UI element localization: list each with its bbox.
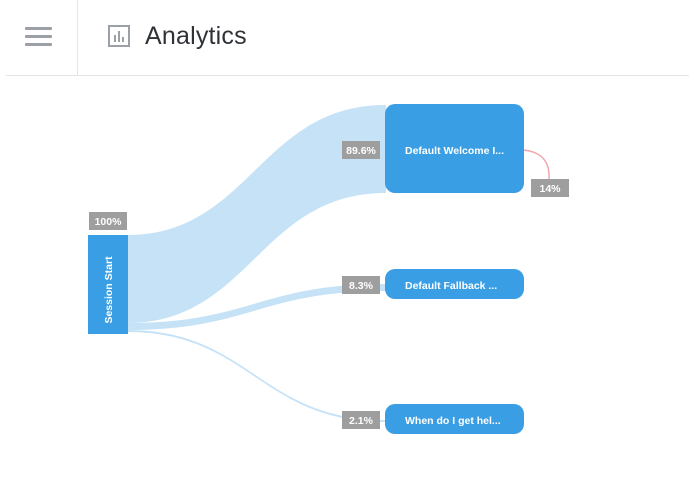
node-default-welcome-label: Default Welcome I... xyxy=(405,145,504,157)
badge-when-do-i-get-help-text: 2.1% xyxy=(349,415,374,427)
badge-default-welcome-text: 89.6% xyxy=(346,145,376,157)
node-session-start[interactable]: Session Start xyxy=(88,235,128,334)
node-when-do-i-get-help-label: When do I get hel... xyxy=(405,415,501,427)
node-default-fallback[interactable]: Default Fallback ... xyxy=(385,269,524,299)
flow-diagram: Session Start 100% Default Welcome I... … xyxy=(88,104,569,434)
badge-when-do-i-get-help: 2.1% xyxy=(342,411,380,429)
badge-loop: 14% xyxy=(531,179,569,197)
node-session-start-label: Session Start xyxy=(103,256,115,324)
loop-arc xyxy=(522,149,550,181)
badge-default-fallback-text: 8.3% xyxy=(349,280,374,292)
badge-loop-text: 14% xyxy=(539,183,561,195)
badge-session-start-text: 100% xyxy=(95,216,123,228)
node-default-welcome[interactable]: Default Welcome I... xyxy=(385,104,524,193)
badge-default-fallback: 8.3% xyxy=(342,276,380,294)
node-default-fallback-label: Default Fallback ... xyxy=(405,280,497,292)
node-when-do-i-get-help[interactable]: When do I get hel... xyxy=(385,404,524,434)
badge-session-start: 100% xyxy=(89,212,127,230)
flow-band-when xyxy=(127,330,386,422)
badge-default-welcome: 89.6% xyxy=(342,141,380,159)
